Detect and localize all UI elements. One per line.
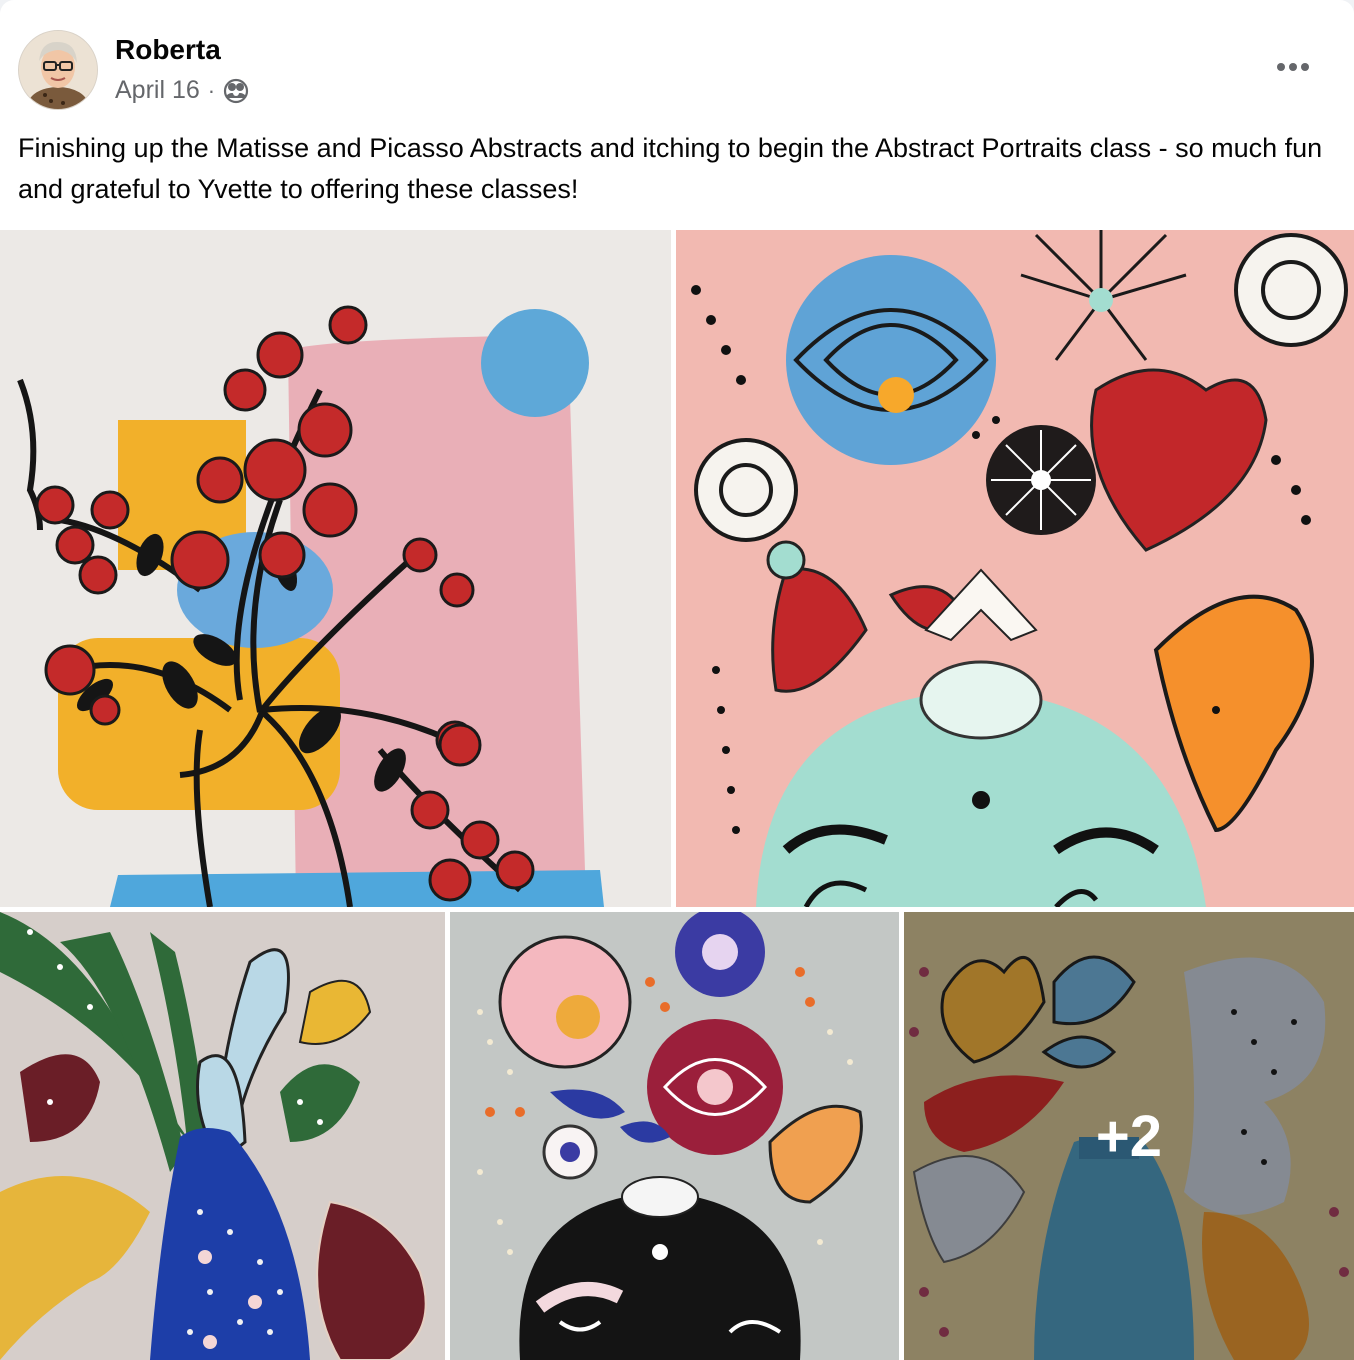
author-name[interactable]: Roberta — [115, 34, 221, 66]
post-caption: Finishing up the Matisse and Picasso Abs… — [18, 133, 1323, 204]
more-photos-count: +2 — [1095, 1103, 1163, 1169]
post-header: Roberta April 16 · — [0, 0, 1354, 112]
more-options-icon — [1277, 63, 1309, 71]
more-options-button[interactable] — [1266, 46, 1320, 88]
meta-separator: · — [207, 77, 216, 103]
painting-black-head-flowers-image — [450, 912, 899, 1360]
author-avatar[interactable] — [18, 30, 98, 110]
painting-vase-leaves-image — [0, 912, 445, 1360]
painting-portrait-flowers-image — [676, 230, 1354, 907]
painting-roses-image — [0, 230, 671, 907]
gallery-photo-4[interactable] — [450, 912, 899, 1360]
post-date[interactable]: April 16 — [115, 76, 200, 105]
gallery-photo-5-more[interactable]: +2 — [904, 912, 1354, 1360]
avatar-image — [19, 31, 97, 109]
gallery-photo-3[interactable] — [0, 912, 445, 1360]
photo-gallery: +2 — [0, 230, 1354, 1360]
more-photos-overlay[interactable]: +2 — [904, 912, 1354, 1360]
post-meta: April 16 · — [115, 76, 249, 105]
post-card: Roberta April 16 · Finishing up the Mati… — [0, 0, 1354, 1360]
gallery-photo-1[interactable] — [0, 230, 671, 907]
friends-audience-icon[interactable] — [223, 78, 249, 104]
gallery-photo-2[interactable] — [676, 230, 1354, 907]
